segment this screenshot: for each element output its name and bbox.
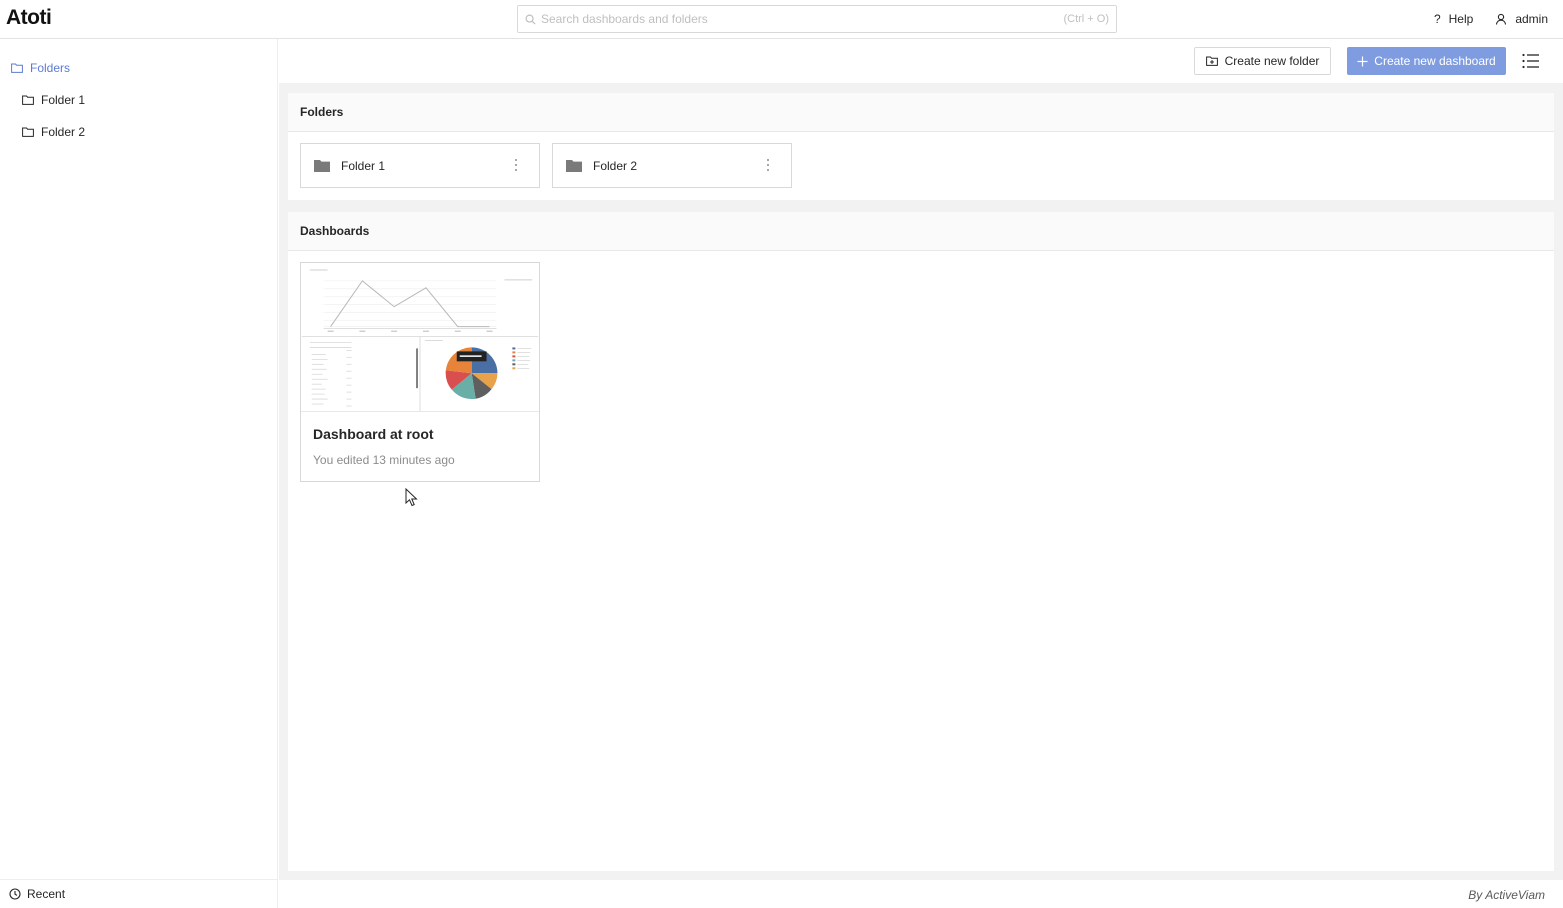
- dashboard-card-subtitle: You edited 13 minutes ago: [313, 453, 455, 467]
- sidebar-item-folder-2[interactable]: Folder 2: [22, 125, 85, 139]
- more-options-icon[interactable]: [514, 158, 518, 172]
- help-label: Help: [1448, 12, 1474, 26]
- create-folder-label: Create new folder: [1224, 54, 1320, 68]
- folder-card-label: Folder 2: [593, 158, 638, 173]
- app-logo[interactable]: Atoti: [6, 6, 52, 30]
- top-bar: Atoti (Ctrl + O) ? Help admin: [0, 0, 1563, 39]
- folder-outline-icon: [11, 63, 23, 73]
- top-actions: ? Help admin: [1434, 0, 1548, 38]
- list-view-icon[interactable]: [1521, 51, 1541, 71]
- question-icon: ?: [1433, 12, 1441, 26]
- user-name: admin: [1515, 12, 1548, 26]
- dashboard-card-title: Dashboard at root: [313, 426, 434, 442]
- sidebar-recent[interactable]: Recent: [0, 879, 278, 908]
- main-content: Create new folder Create new dashboard F…: [279, 39, 1563, 908]
- recent-label: Recent: [27, 887, 66, 901]
- more-options-icon[interactable]: [766, 158, 770, 172]
- user-icon: [1496, 13, 1507, 25]
- sidebar-item-folder-1[interactable]: Folder 1: [22, 93, 85, 107]
- folders-panel: Folders Folder 1 Folder 2: [288, 93, 1554, 200]
- footer-credit: By ActiveViam: [1468, 888, 1545, 902]
- dashboard-card[interactable]: Dashboard at root You edited 13 minutes …: [300, 262, 540, 482]
- toolbar: Create new folder Create new dashboard: [279, 39, 1563, 83]
- sidebar-item-label: Folder 2: [41, 125, 86, 139]
- dashboards-section-title: Dashboards: [288, 212, 1554, 251]
- folder-filled-icon: [314, 160, 330, 172]
- clock-icon: [9, 888, 21, 900]
- sidebar-item-label: Folders: [30, 61, 71, 75]
- folder-add-icon: [1205, 56, 1218, 66]
- sidebar: Folders Folder 1 Folder 2 Recent: [0, 39, 278, 908]
- dashboards-panel: Dashboards Dashboard at root You edited …: [288, 212, 1554, 871]
- mouse-cursor-icon: [405, 488, 418, 507]
- search-input[interactable]: [541, 12, 1064, 26]
- folder-outline-icon: [22, 127, 34, 137]
- create-dashboard-label: Create new dashboard: [1374, 54, 1496, 68]
- folders-section-title: Folders: [288, 93, 1554, 132]
- folder-card-label: Folder 1: [341, 158, 386, 173]
- search-box[interactable]: (Ctrl + O): [517, 5, 1117, 33]
- search-shortcut-hint: (Ctrl + O): [1063, 13, 1109, 25]
- help-button[interactable]: ? Help: [1434, 12, 1473, 26]
- folder-filled-icon: [566, 160, 582, 172]
- sidebar-item-folders[interactable]: Folders: [11, 61, 70, 75]
- footer-bar: By ActiveViam: [279, 880, 1563, 908]
- folder-card-2[interactable]: Folder 2: [552, 143, 792, 188]
- sidebar-item-label: Folder 1: [41, 93, 86, 107]
- dashboard-thumbnail: [301, 263, 539, 412]
- folder-card-1[interactable]: Folder 1: [300, 143, 540, 188]
- create-dashboard-button[interactable]: Create new dashboard: [1347, 47, 1506, 75]
- folder-outline-icon: [22, 95, 34, 105]
- user-menu[interactable]: admin: [1495, 12, 1548, 26]
- plus-icon: [1357, 56, 1368, 66]
- search-icon: [525, 14, 536, 25]
- create-folder-button[interactable]: Create new folder: [1194, 47, 1331, 75]
